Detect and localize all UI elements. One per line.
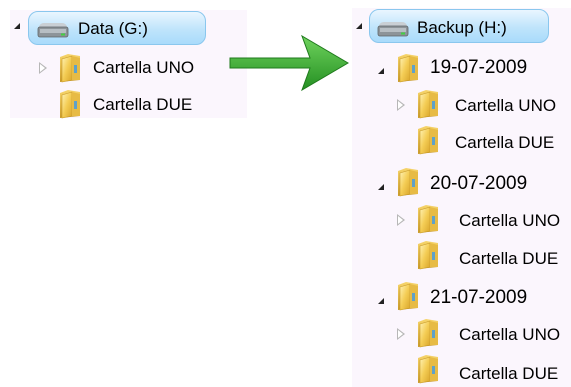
- drive-icon: [376, 20, 410, 38]
- folder-label[interactable]: Cartella DUE: [93, 95, 192, 115]
- collapsed-triangle-icon[interactable]: [397, 214, 405, 226]
- folder-icon: [396, 281, 420, 311]
- expanded-triangle-icon[interactable]: [378, 184, 384, 190]
- folder-icon: [416, 354, 440, 384]
- folder-icon: [58, 53, 82, 83]
- backup-drive-label[interactable]: Backup (H:): [417, 18, 507, 38]
- folder-icon: [416, 125, 440, 155]
- folder-label[interactable]: Cartella DUE: [455, 133, 554, 153]
- collapsed-triangle-icon[interactable]: [397, 99, 405, 111]
- folder-icon: [58, 89, 82, 119]
- folder-label[interactable]: Cartella DUE: [459, 364, 558, 384]
- drive-icon: [36, 21, 70, 39]
- folder-icon: [416, 240, 440, 270]
- collapsed-triangle-icon[interactable]: [397, 328, 405, 340]
- arrow-right-icon: [229, 34, 349, 92]
- expanded-triangle-icon[interactable]: [14, 23, 20, 29]
- expanded-triangle-icon[interactable]: [378, 68, 384, 74]
- date-folder-label[interactable]: 21-07-2009: [430, 288, 527, 308]
- folder-label[interactable]: Cartella DUE: [459, 249, 558, 269]
- collapsed-triangle-icon[interactable]: [39, 62, 47, 74]
- folder-icon: [416, 318, 440, 348]
- folder-icon: [396, 167, 420, 197]
- folder-label[interactable]: Cartella UNO: [93, 58, 194, 78]
- expanded-triangle-icon[interactable]: [356, 23, 362, 29]
- folder-icon: [416, 89, 440, 119]
- folder-label[interactable]: Cartella UNO: [459, 211, 560, 231]
- folder-icon: [416, 204, 440, 234]
- expanded-triangle-icon[interactable]: [378, 298, 384, 304]
- folder-label[interactable]: Cartella UNO: [459, 325, 560, 345]
- date-folder-label[interactable]: 20-07-2009: [430, 174, 527, 194]
- folder-icon: [396, 53, 420, 83]
- date-folder-label[interactable]: 19-07-2009: [430, 58, 527, 78]
- source-drive-label[interactable]: Data (G:): [78, 19, 148, 39]
- folder-label[interactable]: Cartella UNO: [455, 96, 556, 116]
